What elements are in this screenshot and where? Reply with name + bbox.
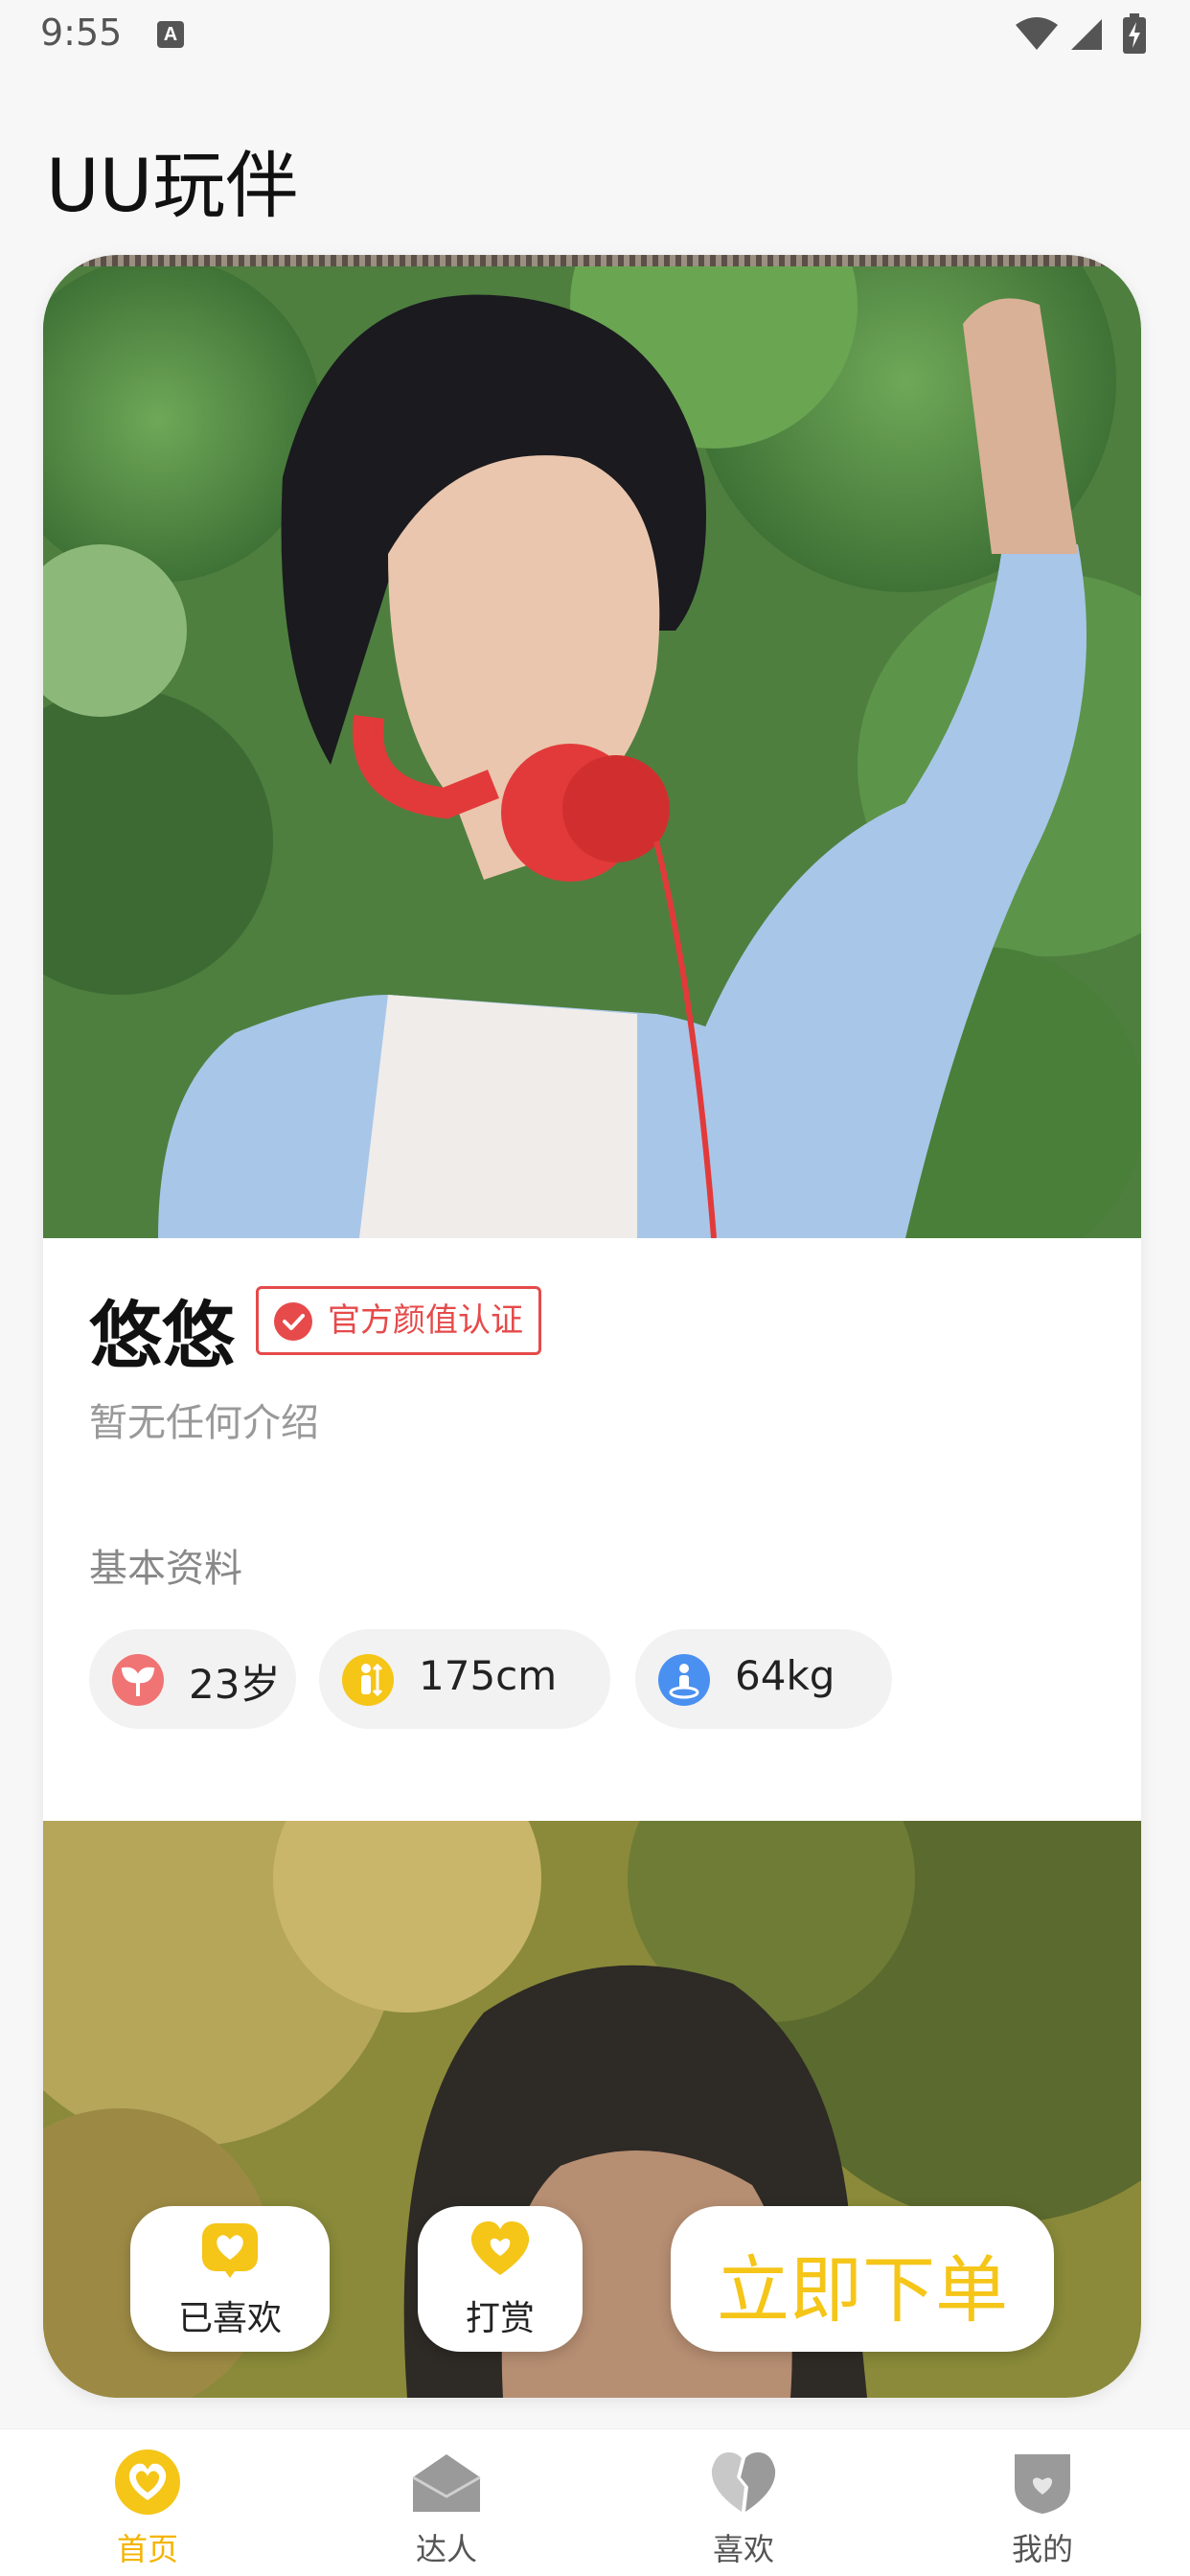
order-now-button[interactable]: 立即下单 (671, 2206, 1054, 2352)
verified-badge: 官方颜值认证 (256, 1286, 541, 1355)
age-chip: 23岁 (89, 1629, 296, 1729)
height-chip: 175cm (319, 1629, 610, 1729)
signal-icon (1071, 19, 1102, 50)
height-icon (342, 1654, 394, 1706)
nav-home-label: 首页 (116, 2531, 178, 2567)
liked-button[interactable]: 已喜欢 (130, 2206, 330, 2352)
heart-badge-icon (202, 2223, 258, 2278)
weight-chip: 64kg (635, 1629, 892, 1729)
liked-label: 已喜欢 (177, 2299, 282, 2338)
battery-charging-icon (1123, 13, 1146, 54)
age-value: 23岁 (189, 1661, 281, 1708)
heart-icon (470, 2221, 530, 2275)
bottom-nav: 首页 达人 喜欢 我的 (0, 2428, 1190, 2576)
order-now-label: 立即下单 (717, 2247, 1008, 2333)
envelope-icon (412, 2454, 481, 2512)
nav-likes[interactable]: 喜欢 (648, 2429, 839, 2576)
home-heart-icon (115, 2450, 180, 2515)
profile-intro: 暂无任何介绍 (89, 1401, 319, 1445)
status-bar: 9:55 A (0, 0, 1190, 73)
weight-icon (658, 1654, 710, 1706)
screen: 9:55 A UU玩伴 悠悠 官方颜值认证 暂无任何介绍 基本资料 23岁 17… (0, 0, 1190, 2576)
profile-name: 悠悠 (89, 1293, 235, 1378)
broken-heart-icon (711, 2452, 776, 2512)
nav-mine-label: 我的 (1011, 2531, 1073, 2567)
wifi-icon (1016, 17, 1058, 50)
app-title: UU玩伴 (46, 143, 299, 228)
profile-card[interactable]: 悠悠 官方颜值认证 暂无任何介绍 基本资料 23岁 175cm 64kg (43, 255, 1141, 2398)
a-keyboard-icon: A (157, 21, 184, 48)
nav-talent[interactable]: 达人 (351, 2429, 542, 2576)
nav-talent-label: 达人 (415, 2531, 477, 2567)
height-value: 175cm (419, 1652, 558, 1699)
status-time: 9:55 (40, 12, 123, 54)
check-circle-icon (274, 1302, 312, 1341)
nav-mine[interactable]: 我的 (947, 2429, 1138, 2576)
nav-likes-label: 喜欢 (712, 2531, 774, 2567)
profile-shield-icon (1015, 2454, 1070, 2514)
profile-photo[interactable] (43, 266, 1141, 1238)
nav-home[interactable]: 首页 (52, 2429, 243, 2576)
basic-info-label: 基本资料 (89, 1547, 242, 1591)
verified-badge-label: 官方颜值认证 (328, 1301, 523, 1340)
profile-info: 悠悠 官方颜值认证 暂无任何介绍 基本资料 23岁 175cm 64kg (43, 1238, 1141, 1821)
sprout-icon (112, 1654, 164, 1706)
tip-label: 打赏 (465, 2299, 535, 2338)
tip-button[interactable]: 打赏 (418, 2206, 583, 2352)
weight-value: 64kg (735, 1652, 835, 1699)
